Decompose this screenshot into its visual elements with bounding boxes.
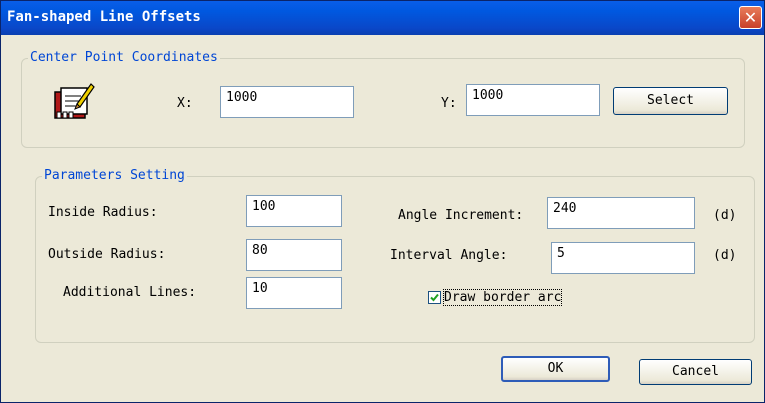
angle-increment-unit: (d)	[713, 208, 737, 223]
center-y-input[interactable]: 1000	[466, 84, 600, 116]
window-title: Fan-shaped Line Offsets	[7, 9, 201, 25]
additional-lines-label: Additional Lines:	[63, 285, 197, 300]
outside-radius-label: Outside Radius:	[48, 247, 166, 262]
outside-radius-input[interactable]: 80	[246, 239, 342, 271]
inside-radius-label: Inside Radius:	[48, 205, 158, 220]
title-bar[interactable]: Fan-shaped Line Offsets ✕	[1, 1, 764, 35]
close-button[interactable]: ✕	[739, 6, 762, 29]
interval-angle-input[interactable]: 5	[551, 242, 695, 274]
angle-increment-input[interactable]: 240	[547, 197, 695, 229]
interval-angle-unit: (d)	[713, 248, 737, 263]
parameters-legend: Parameters Setting	[42, 168, 187, 183]
cancel-button[interactable]: Cancel	[639, 359, 752, 385]
center-x-label: X:	[177, 96, 193, 111]
draw-border-arc-label[interactable]: Draw border arc	[442, 289, 563, 306]
center-y-label: Y:	[441, 96, 457, 111]
inside-radius-input[interactable]: 100	[246, 195, 342, 227]
close-icon: ✕	[743, 8, 758, 27]
center-point-legend: Center Point Coordinates	[28, 50, 220, 65]
dialog-window: Fan-shaped Line Offsets ✕ Center Point C…	[0, 0, 765, 403]
ok-button[interactable]: OK	[501, 356, 610, 382]
draw-border-arc-checkbox[interactable]	[428, 291, 441, 304]
interval-angle-label: Interval Angle:	[390, 248, 508, 263]
checkmark-icon	[430, 293, 439, 302]
select-button[interactable]: Select	[613, 87, 728, 115]
angle-increment-label: Angle Increment:	[398, 208, 524, 223]
notebook-pencil-icon	[51, 80, 95, 122]
additional-lines-input[interactable]: 10	[246, 277, 342, 309]
center-x-input[interactable]: 1000	[220, 86, 354, 118]
